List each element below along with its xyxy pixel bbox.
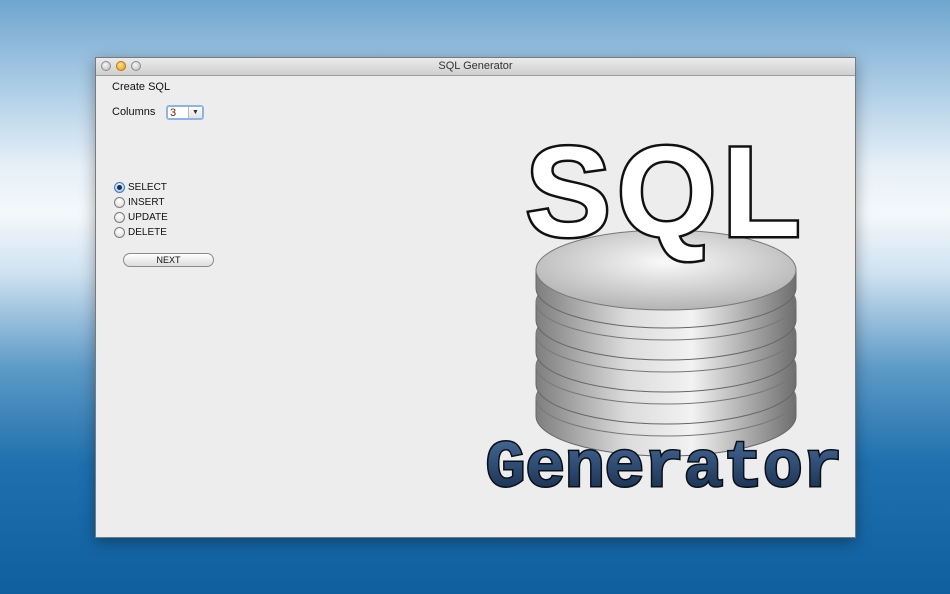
radio-label: SELECT (128, 181, 167, 193)
window-titlebar[interactable]: SQL Generator (96, 58, 855, 76)
radio-button[interactable] (114, 211, 125, 223)
app-window: SQL Generator Create SQL Columns 3 ▼ SEL… (95, 57, 856, 538)
radio-option-select[interactable]: SELECT (114, 180, 167, 194)
radio-option-insert[interactable]: INSERT (114, 195, 165, 209)
chevron-down-icon[interactable]: ▼ (188, 107, 202, 118)
logo-generator-text: Generator (486, 431, 842, 498)
radio-button[interactable] (114, 196, 125, 208)
radio-label: DELETE (128, 226, 167, 238)
radio-label: INSERT (128, 196, 165, 208)
window-title: SQL Generator (438, 60, 513, 72)
radio-label: UPDATE (128, 211, 168, 223)
columns-label: Columns (112, 106, 156, 118)
radio-button[interactable] (114, 226, 125, 238)
radio-option-delete[interactable]: DELETE (114, 225, 167, 239)
create-sql-heading: Create SQL (112, 81, 171, 93)
columns-value[interactable]: 3 (170, 107, 176, 119)
logo-sql-text: SQL (525, 121, 806, 264)
columns-combobox[interactable]: 3 ▼ (166, 105, 204, 120)
next-button[interactable]: NEXT (123, 253, 214, 267)
radio-button-selected[interactable] (114, 181, 125, 193)
radio-option-update[interactable]: UPDATE (114, 210, 168, 224)
sql-generator-logo: SQL Generator (484, 119, 843, 499)
